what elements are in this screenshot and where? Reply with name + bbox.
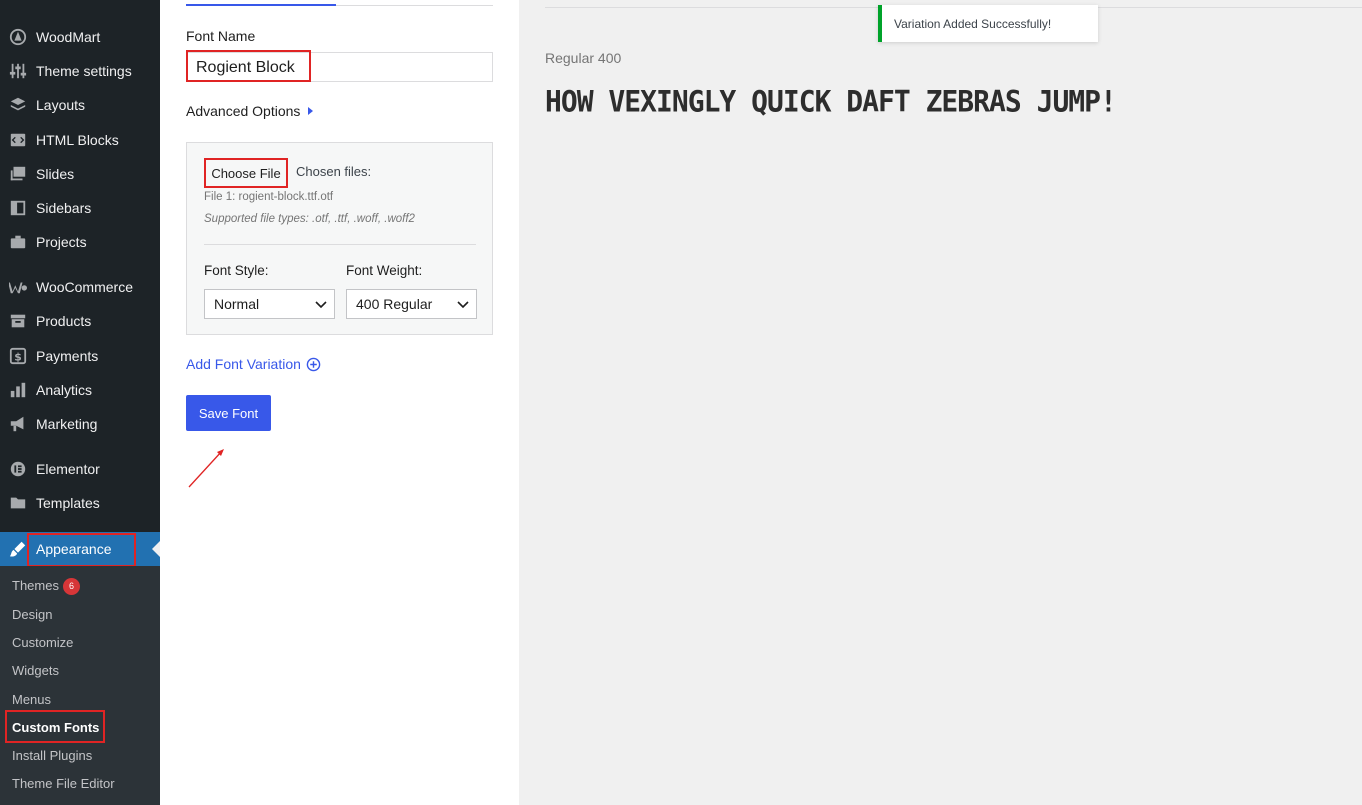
sidebar-item-layouts[interactable]: Layouts bbox=[0, 88, 160, 122]
sidebar-item-html-blocks[interactable]: HTML Blocks bbox=[0, 123, 160, 157]
success-toast: Variation Added Successfully! bbox=[878, 5, 1098, 42]
sidebar-item-products[interactable]: Products bbox=[0, 304, 160, 338]
supported-types-hint: Supported file types: .otf, .ttf, .woff,… bbox=[204, 213, 415, 225]
submenu-item-install-plugins[interactable]: Install Plugins bbox=[12, 748, 92, 763]
sliders-icon bbox=[0, 62, 36, 80]
admin-sidebar: WoodMart Theme settings Layouts HTML Blo… bbox=[0, 0, 160, 805]
font-weight-label: Font Weight: bbox=[346, 263, 423, 278]
add-font-variation-label: Add Font Variation bbox=[186, 356, 301, 372]
submenu-item-design[interactable]: Design bbox=[12, 607, 52, 622]
update-count-badge: 6 bbox=[62, 578, 80, 595]
sidebar-item-analytics[interactable]: Analytics bbox=[0, 373, 160, 407]
code-block-icon bbox=[0, 131, 36, 149]
add-font-variation-link[interactable]: Add Font Variation bbox=[186, 356, 321, 372]
layers-icon bbox=[0, 96, 36, 114]
font-style-value: Normal bbox=[214, 296, 260, 312]
highlight-box-font-name bbox=[186, 50, 311, 82]
woocommerce-icon bbox=[0, 278, 36, 296]
font-weight-select[interactable]: 400 Regular bbox=[346, 289, 477, 319]
highlight-box-appearance bbox=[27, 533, 136, 567]
submenu-item-themes[interactable]: Themes 6 bbox=[12, 578, 80, 595]
sidebar-item-label: Marketing bbox=[36, 416, 98, 432]
sidebar-item-label: WoodMart bbox=[36, 29, 101, 45]
sidebar-item-label: Payments bbox=[36, 348, 99, 364]
briefcase-icon bbox=[0, 233, 36, 251]
submenu-item-widgets[interactable]: Widgets bbox=[12, 663, 59, 678]
chevron-down-icon bbox=[315, 301, 327, 309]
sidebar-item-slides[interactable]: Slides bbox=[0, 157, 160, 191]
dollar-icon: $ bbox=[0, 347, 36, 365]
preview-sample-text: How vexingly quick daft zebras jump! bbox=[545, 84, 1117, 119]
sidebar-item-marketing[interactable]: Marketing bbox=[0, 407, 160, 441]
chevron-down-icon bbox=[457, 301, 469, 309]
sidebar-item-elementor[interactable]: Elementor bbox=[0, 452, 160, 486]
plus-circle-icon bbox=[306, 357, 321, 371]
sidebar-item-theme-settings[interactable]: Theme settings bbox=[0, 54, 160, 88]
sidebar-item-label: Elementor bbox=[36, 461, 100, 477]
sidebar-item-payments[interactable]: $ Payments bbox=[0, 339, 160, 373]
sidebar-item-label: Analytics bbox=[36, 382, 93, 398]
submenu-item-menus[interactable]: Menus bbox=[12, 692, 51, 707]
sidebar-item-label: Projects bbox=[36, 234, 87, 250]
save-font-button[interactable]: Save Font bbox=[186, 395, 271, 431]
current-menu-arrow bbox=[152, 541, 160, 557]
preview-weight-label: Regular 400 bbox=[545, 50, 622, 66]
archive-icon bbox=[0, 312, 36, 330]
font-style-select[interactable]: Normal bbox=[204, 289, 335, 319]
annotation-arrow-icon bbox=[188, 449, 224, 488]
sidebar-item-label: Slides bbox=[36, 166, 75, 182]
submenu-item-label: Themes bbox=[12, 578, 59, 593]
sidebar-item-label: Layouts bbox=[36, 97, 86, 113]
svg-text:$: $ bbox=[14, 351, 22, 364]
submenu-item-customize[interactable]: Customize bbox=[12, 635, 73, 650]
advanced-options-label: Advanced Options bbox=[186, 103, 301, 119]
toast-message: Variation Added Successfully! bbox=[894, 16, 1052, 31]
sidebar-icon bbox=[0, 199, 36, 217]
sidebar-item-woocommerce[interactable]: WooCommerce bbox=[0, 270, 160, 304]
sidebar-item-label: Products bbox=[36, 313, 92, 329]
font-variation-box: Choose File Chosen files: File 1: rogien… bbox=[186, 142, 493, 335]
folder-icon bbox=[0, 494, 36, 512]
sidebar-item-sidebars[interactable]: Sidebars bbox=[0, 191, 160, 225]
sidebar-item-label: WooCommerce bbox=[36, 279, 133, 295]
bar-chart-icon bbox=[0, 381, 36, 399]
sidebar-item-label: Sidebars bbox=[36, 200, 92, 216]
appearance-submenu: Themes 6 Design Customize Widgets Menus C… bbox=[0, 566, 160, 805]
sidebar-item-label: HTML Blocks bbox=[36, 132, 119, 148]
sidebar-item-label: Templates bbox=[36, 495, 100, 511]
slides-icon bbox=[0, 165, 36, 183]
sidebar-item-label: Theme settings bbox=[36, 63, 132, 79]
caret-right-icon bbox=[308, 107, 314, 115]
sidebar-item-templates[interactable]: Templates bbox=[0, 486, 160, 520]
elementor-icon bbox=[0, 460, 36, 478]
woodmart-icon bbox=[0, 28, 36, 46]
chosen-files-label: Chosen files: bbox=[296, 164, 372, 179]
advanced-options-toggle[interactable]: Advanced Options bbox=[186, 103, 314, 119]
divider bbox=[204, 244, 476, 245]
font-weight-value: 400 Regular bbox=[356, 296, 433, 312]
choose-file-button[interactable]: Choose File bbox=[204, 158, 288, 188]
active-tab-indicator bbox=[186, 4, 336, 6]
font-editor-panel: Font Name Rogient Block Advanced Options… bbox=[160, 0, 519, 805]
uploaded-file-name: File 1: rogient-block.ttf.otf bbox=[204, 191, 334, 203]
font-preview-area: Regular 400 How vexingly quick daft zebr… bbox=[519, 0, 1362, 805]
submenu-item-theme-file-editor[interactable]: Theme File Editor bbox=[12, 776, 115, 791]
megaphone-icon bbox=[0, 415, 36, 433]
sidebar-item-woodmart[interactable]: WoodMart bbox=[0, 20, 160, 54]
sidebar-item-projects[interactable]: Projects bbox=[0, 225, 160, 259]
font-name-label: Font Name bbox=[186, 28, 256, 44]
font-style-label: Font Style: bbox=[204, 263, 269, 278]
highlight-box-custom-fonts bbox=[5, 710, 105, 743]
